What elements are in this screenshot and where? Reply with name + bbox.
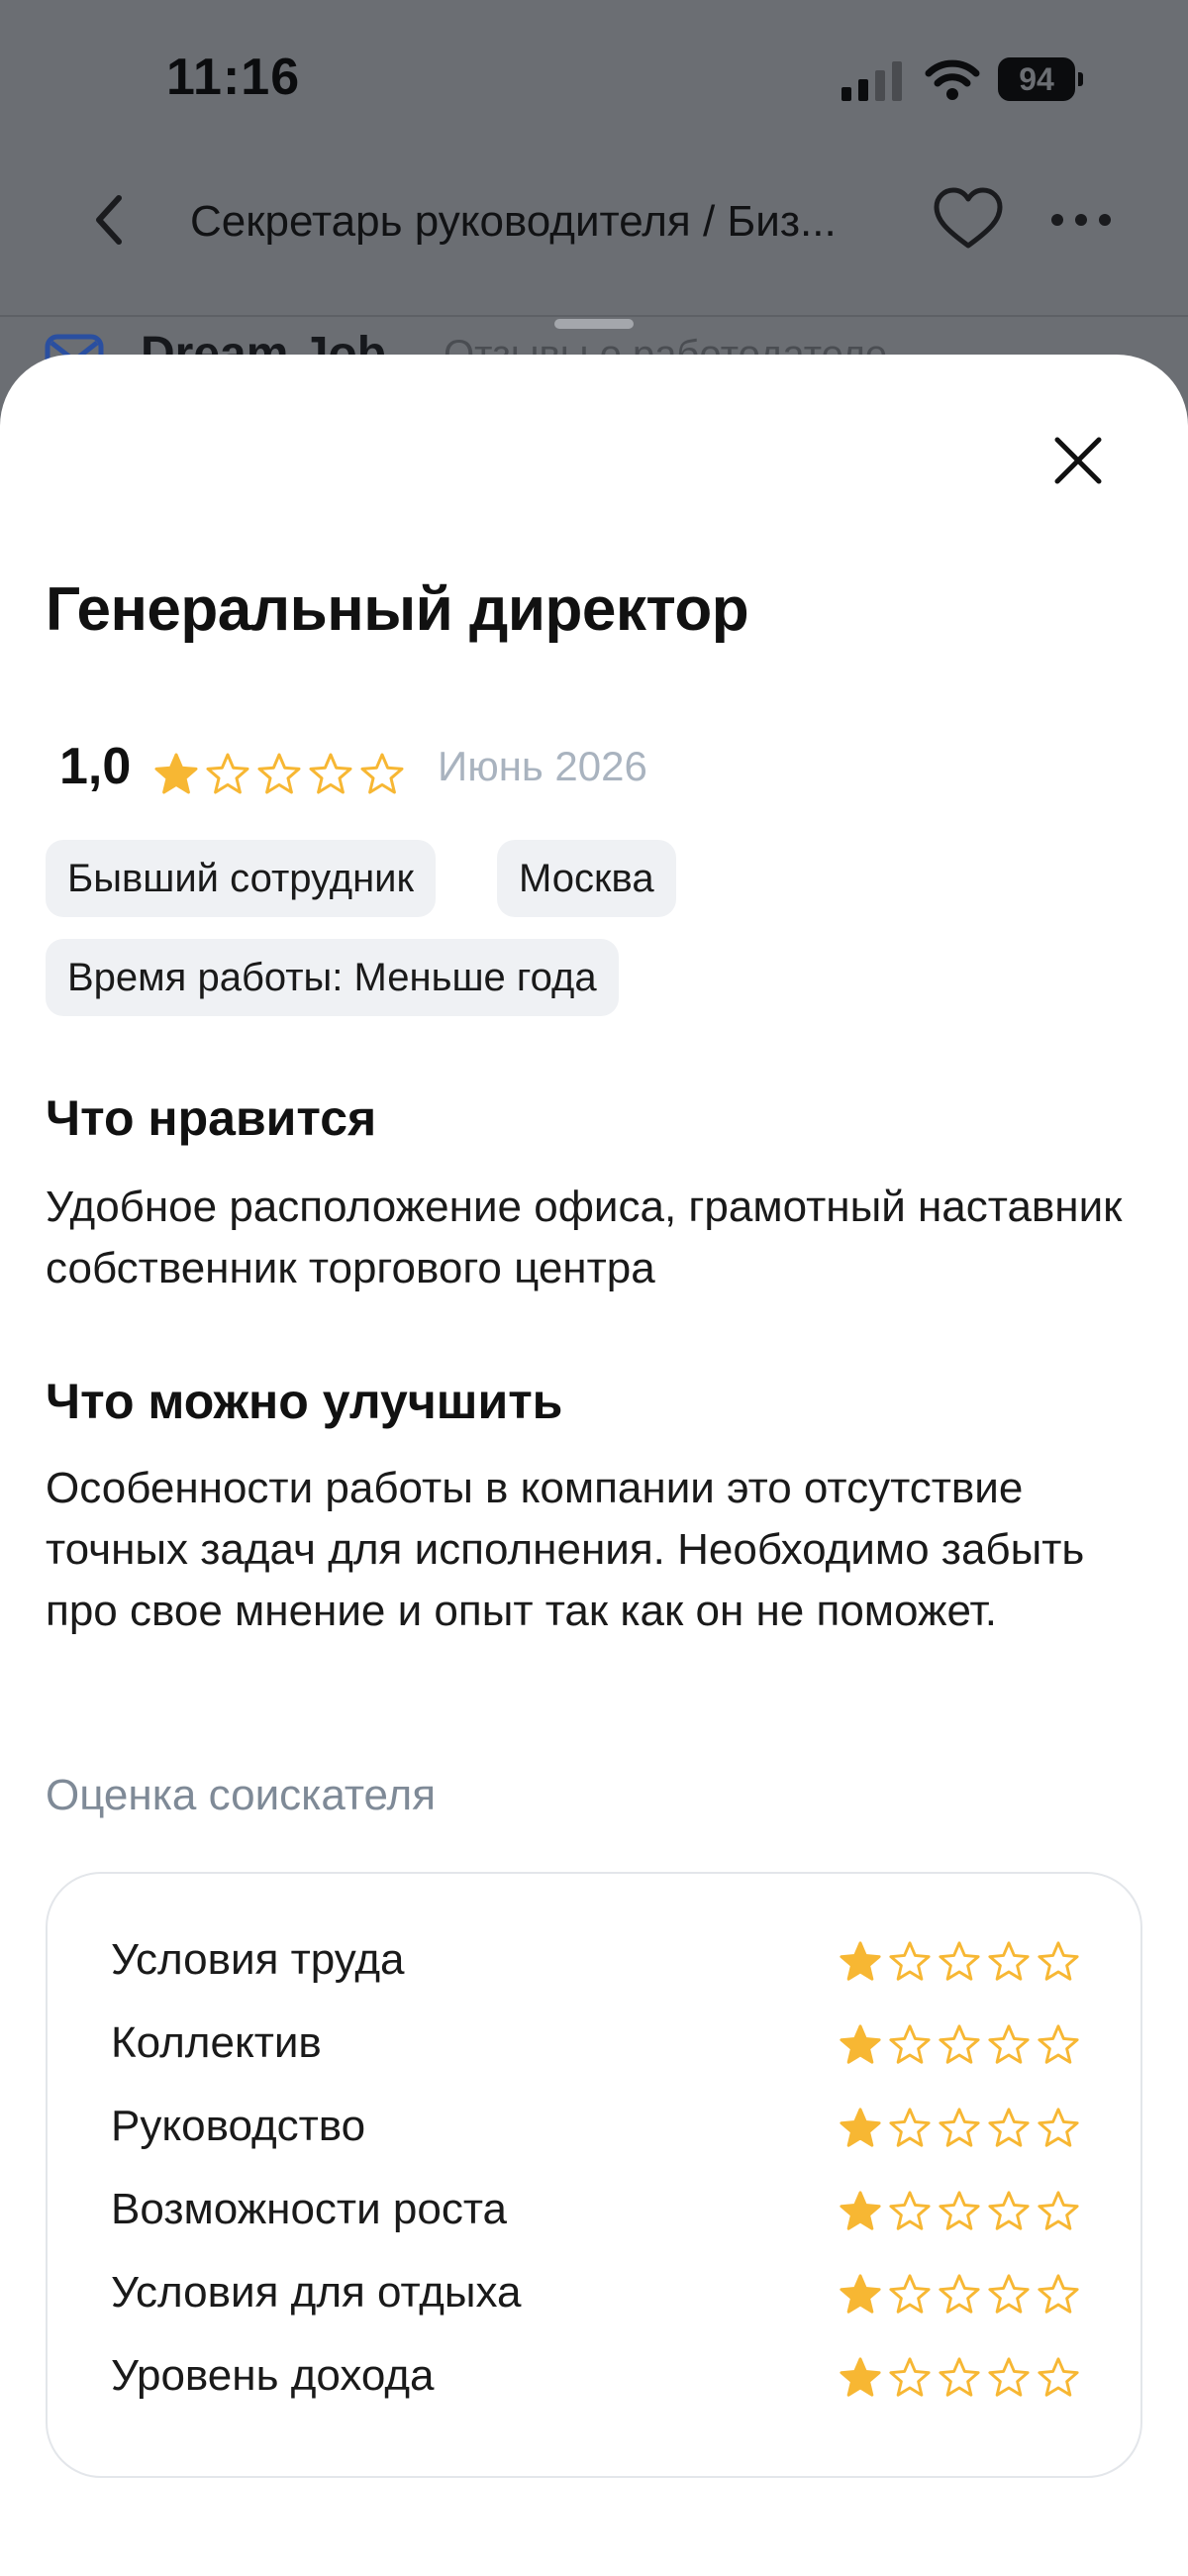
star-filled-icon (840, 2108, 881, 2147)
star-empty-icon (889, 2357, 931, 2397)
star-empty-icon (206, 753, 249, 794)
overall-rating: 1,0 Июнь 2026 (59, 731, 1049, 810)
star-empty-icon (257, 753, 301, 794)
star-empty-icon (1038, 1941, 1079, 1981)
star-empty-icon (988, 2357, 1030, 2397)
star-empty-icon (939, 2357, 980, 2397)
criteria-row: Руководство (111, 2096, 1081, 2165)
criteria-stars (838, 2189, 1081, 2234)
criteria-label: Коллектив (111, 2018, 322, 2067)
star-empty-icon (988, 2024, 1030, 2064)
chip-work-duration: Время работы: Меньше года (46, 939, 619, 1016)
nav-title: Секретарь руководителя / Биз... (190, 197, 837, 246)
criteria-stars (838, 2022, 1081, 2068)
criteria-row: Коллектив (111, 2012, 1081, 2082)
star-empty-icon (939, 2108, 980, 2147)
star-empty-icon (939, 2024, 980, 2064)
likes-heading: Что нравится (46, 1090, 377, 1146)
criteria-row: Уровень дохода (111, 2345, 1081, 2415)
improve-heading: Что можно улучшить (46, 1374, 563, 1429)
star-empty-icon (939, 2191, 980, 2230)
star-empty-icon (988, 1941, 1030, 1981)
review-title: Генеральный директор (46, 575, 749, 644)
criteria-label: Руководство (111, 2102, 366, 2150)
chip-employee-status: Бывший сотрудник (46, 840, 437, 917)
criteria-stars (838, 1939, 1081, 1985)
star-empty-icon (889, 2274, 931, 2314)
criteria-label: Условия труда (111, 1935, 405, 1984)
star-filled-icon (840, 2357, 881, 2397)
star-filled-icon (840, 2191, 881, 2230)
signal-icon (842, 61, 902, 101)
star-empty-icon (1038, 2024, 1079, 2064)
star-empty-icon (889, 1941, 931, 1981)
star-empty-icon (889, 2024, 931, 2064)
star-filled-icon (840, 2274, 881, 2314)
star-empty-icon (988, 2191, 1030, 2230)
star-empty-icon (889, 2108, 931, 2147)
nav-bar: Секретарь руководителя / Биз... (0, 158, 1188, 317)
star-empty-icon (360, 753, 404, 794)
star-empty-icon (939, 2274, 980, 2314)
criteria-card: Условия труда Коллектив Руководство Возм… (46, 1872, 1142, 2478)
improve-text: Особенности работы в компании это отсутс… (46, 1464, 1085, 1635)
criteria-row: Возможности роста (111, 2179, 1081, 2248)
star-empty-icon (939, 1941, 980, 1981)
heart-icon[interactable] (931, 182, 1006, 258)
criteria-row: Условия труда (111, 1929, 1081, 1999)
review-sheet: Генеральный директор 1,0 Июнь 2026 Бывши… (0, 355, 1188, 2576)
star-empty-icon (988, 2108, 1030, 2147)
criteria-row: Условия для отдыха (111, 2262, 1081, 2331)
star-empty-icon (988, 2274, 1030, 2314)
sheet-grabber[interactable] (554, 319, 634, 329)
criteria-stars (838, 2106, 1081, 2151)
rating-stars (152, 751, 406, 798)
star-empty-icon (1038, 2357, 1079, 2397)
chevron-left-icon[interactable] (81, 184, 137, 256)
battery-icon: 94 (998, 57, 1083, 101)
chip-city: Москва (497, 840, 676, 917)
star-filled-icon (154, 753, 198, 794)
background-app: 11:16 94 Секретарь руководителя / Биз... (0, 0, 1188, 416)
wifi-icon (925, 59, 980, 100)
status-time: 11:16 (166, 49, 301, 106)
star-empty-icon (1038, 2274, 1079, 2314)
criteria-label: Условия для отдыха (111, 2268, 522, 2317)
star-empty-icon (1038, 2191, 1079, 2230)
criteria-label: Уровень дохода (111, 2351, 435, 2400)
star-filled-icon (840, 1941, 881, 1981)
star-empty-icon (309, 753, 352, 794)
close-icon[interactable] (1043, 426, 1113, 495)
assessment-label: Оценка соискателя (46, 1771, 437, 1819)
more-icon[interactable] (1049, 184, 1113, 256)
status-bar: 11:16 94 (0, 0, 1188, 158)
star-filled-icon (840, 2024, 881, 2064)
star-empty-icon (889, 2191, 931, 2230)
rating-value: 1,0 (59, 738, 132, 795)
likes-text: Удобное расположение офиса, грамотный на… (46, 1183, 1123, 1292)
battery-level: 94 (1019, 61, 1054, 97)
criteria-stars (838, 2272, 1081, 2318)
review-date: Июнь 2026 (438, 743, 647, 789)
criteria-label: Возможности роста (111, 2185, 507, 2233)
star-empty-icon (1038, 2108, 1079, 2147)
criteria-stars (838, 2355, 1081, 2401)
